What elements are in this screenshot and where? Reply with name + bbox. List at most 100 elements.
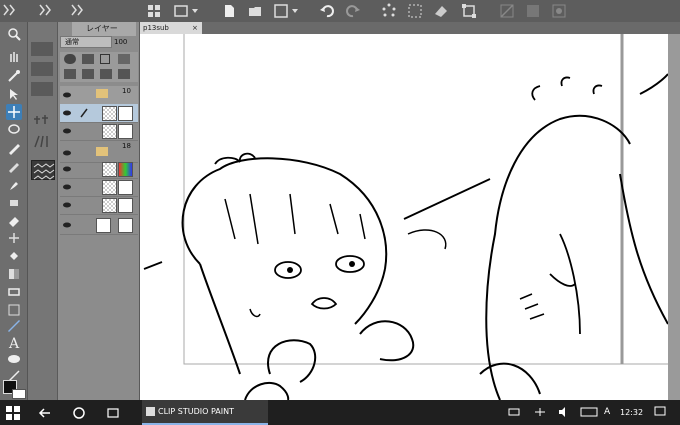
frame-icon[interactable]	[6, 302, 22, 318]
eye-icon[interactable]	[62, 148, 72, 158]
network-icon[interactable]	[534, 407, 546, 417]
disabled-a-icon	[498, 2, 516, 20]
tool-palette: A	[0, 22, 28, 400]
canvas-paper[interactable]	[140, 34, 669, 401]
layer-mask-thumbnail	[118, 180, 133, 195]
blend-mode-select[interactable]: 通常	[60, 36, 112, 48]
eye-icon[interactable]	[62, 164, 72, 174]
reference-icon[interactable]	[82, 54, 94, 64]
fill-icon[interactable]	[6, 248, 22, 264]
lasso-icon[interactable]	[6, 122, 22, 138]
eye-icon[interactable]	[62, 108, 72, 118]
layer-tab[interactable]: レイヤー	[72, 22, 136, 36]
new-file-icon[interactable]	[220, 2, 238, 20]
select-scatter-icon[interactable]	[380, 2, 398, 20]
new-raster-icon[interactable]	[64, 69, 76, 79]
layer-row[interactable]	[60, 178, 138, 197]
eyedropper-icon[interactable]	[6, 68, 22, 84]
layer-toolbar	[60, 52, 138, 82]
eye-icon[interactable]	[62, 126, 72, 136]
taskbar-app-label: CLIP STUDIO PAINT	[158, 407, 234, 416]
subtool-item[interactable]	[31, 62, 53, 76]
select-all-icon[interactable]	[406, 2, 424, 20]
ime-indicator[interactable]: A	[604, 407, 610, 417]
zoom-icon[interactable]	[6, 26, 22, 42]
layer-folder-row[interactable]: 10	[60, 86, 138, 105]
layer-mask-thumbnail	[118, 106, 133, 121]
layer-row[interactable]	[60, 122, 138, 141]
palette-icon[interactable]	[118, 54, 130, 64]
new-vector-icon[interactable]	[82, 69, 94, 79]
pen-icon[interactable]	[6, 140, 22, 156]
disabled-b-icon	[524, 2, 542, 20]
new-folder-icon[interactable]	[100, 69, 112, 79]
redo-icon[interactable]	[344, 2, 362, 20]
eye-icon[interactable]	[62, 200, 72, 210]
clip-studio-app-icon	[146, 407, 155, 416]
open-file-icon[interactable]	[246, 2, 264, 20]
mask-icon[interactable]	[64, 54, 76, 64]
eraser-icon[interactable]	[6, 212, 22, 228]
windows-taskbar: CLIP STUDIO PAINT A 12:32	[0, 400, 680, 425]
undo-icon[interactable]	[318, 2, 336, 20]
layer-thumbnail	[102, 106, 117, 121]
paper-layer-row[interactable]	[60, 216, 138, 235]
paper-mask-thumbnail	[118, 218, 133, 233]
tree-icon[interactable]	[31, 112, 53, 126]
clock-time[interactable]: 12:32	[620, 408, 643, 417]
folder-icon	[96, 89, 108, 98]
layer-row[interactable]	[60, 160, 138, 179]
task-view-icon[interactable]	[106, 406, 120, 420]
keyboard-icon[interactable]	[580, 407, 598, 417]
close-tab-icon[interactable]: ×	[192, 22, 198, 34]
menu-grid-icon[interactable]	[145, 2, 163, 20]
clip-studio-taskbar-button[interactable]: CLIP STUDIO PAINT	[142, 400, 268, 425]
eye-icon[interactable]	[62, 220, 72, 230]
delete-layer-icon[interactable]	[118, 69, 130, 79]
pencil-icon[interactable]	[6, 158, 22, 174]
pattern-brush-icon[interactable]	[31, 160, 55, 180]
sub-color-swatch[interactable]	[12, 389, 26, 399]
paper-thumbnail	[96, 218, 111, 233]
pen-tray-icon[interactable]	[508, 407, 520, 417]
clear-icon[interactable]	[432, 2, 450, 20]
camera-dropdown-icon[interactable]	[172, 2, 204, 20]
subtool-collapse-icon[interactable]	[38, 3, 58, 17]
balloon-icon[interactable]	[6, 352, 22, 368]
color-layer-thumbnail	[118, 162, 133, 177]
ruler-icon[interactable]	[6, 318, 22, 334]
panel-collapse-icon[interactable]	[2, 3, 22, 17]
document-tab-bar	[140, 22, 680, 34]
layer-row[interactable]	[60, 196, 138, 215]
layer-row[interactable]	[60, 104, 138, 123]
blend-icon[interactable]	[6, 230, 22, 246]
brush-icon[interactable]	[6, 176, 22, 192]
blend-mode-value: 通常	[65, 38, 79, 46]
eye-icon[interactable]	[62, 90, 72, 100]
lock-icon[interactable]	[100, 54, 110, 64]
move-layer-icon[interactable]	[6, 104, 22, 120]
operation-icon[interactable]	[6, 86, 22, 102]
volume-icon[interactable]	[558, 407, 570, 417]
pencil-set-icon[interactable]	[31, 134, 53, 148]
layer-thumbnail	[102, 180, 117, 195]
layer-collapse-icon[interactable]	[70, 3, 90, 17]
hand-icon[interactable]	[6, 48, 22, 64]
airbrush-icon[interactable]	[6, 194, 22, 210]
subtool-item[interactable]	[31, 42, 53, 56]
save-icon[interactable]	[272, 2, 304, 20]
text-icon[interactable]: A	[6, 334, 22, 350]
back-arrow-icon[interactable]	[38, 406, 52, 420]
layer-tab-label: レイヤー	[86, 24, 118, 33]
windows-start-icon[interactable]	[6, 406, 20, 420]
document-tab[interactable]: p13sub ×	[140, 22, 202, 34]
transform-icon[interactable]	[460, 2, 478, 20]
rectangle-icon[interactable]	[6, 284, 22, 300]
canvas-scrollbar[interactable]	[668, 34, 680, 400]
eye-icon[interactable]	[62, 182, 72, 192]
cortana-icon[interactable]	[72, 406, 86, 420]
gradient-icon[interactable]	[6, 266, 22, 282]
subtool-item[interactable]	[31, 82, 53, 96]
action-center-icon[interactable]	[654, 406, 666, 418]
opacity-value[interactable]: 100	[114, 36, 140, 48]
